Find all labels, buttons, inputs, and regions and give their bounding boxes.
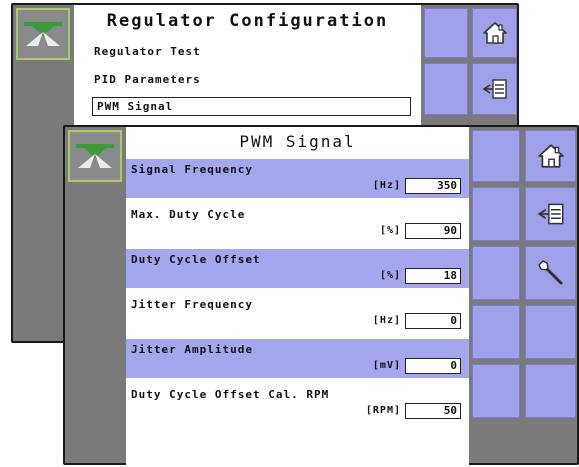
spreader-logo-button[interactable] [16, 8, 70, 60]
setting-label: Jitter Frequency [131, 298, 253, 311]
setting-row-max-duty-cycle[interactable]: Max. Duty Cycle [%] 90 [126, 204, 469, 243]
front-screen-content: PWM Signal Signal Frequency [Hz] 350 Max… [126, 127, 469, 467]
setting-label: Max. Duty Cycle [131, 208, 246, 221]
blank-tile [472, 187, 520, 241]
page-title: PWM Signal [239, 132, 356, 151]
spreader-logo-button[interactable] [68, 130, 122, 182]
setting-label: Signal Frequency [131, 163, 253, 176]
blank-tile [424, 8, 468, 58]
setting-row-duty-cycle-offset-cal-rpm[interactable]: Duty Cycle Offset Cal. RPM [RPM] 50 [126, 384, 469, 423]
blank-tile [472, 364, 520, 418]
setting-value-field[interactable]: 50 [405, 403, 461, 419]
tools-button[interactable] [525, 246, 576, 300]
setting-value-field[interactable]: 0 [405, 358, 461, 374]
spreader-logo-icon [24, 22, 62, 46]
setting-row-duty-cycle-offset[interactable]: Duty Cycle Offset [%] 18 [126, 249, 469, 288]
setting-unit: [Hz] [372, 315, 401, 326]
blank-tile [472, 305, 520, 359]
blank-tile [424, 63, 468, 115]
blank-tile [525, 305, 576, 359]
setting-unit: [mV] [372, 360, 401, 371]
setting-unit: [RPM] [365, 405, 401, 416]
menu-item-pwm-signal[interactable]: PWM Signal [92, 97, 411, 116]
back-button[interactable] [525, 187, 576, 241]
setting-label: Duty Cycle Offset [131, 253, 261, 266]
home-button[interactable] [472, 8, 517, 58]
setting-value-field[interactable]: 90 [405, 223, 461, 239]
setting-value-field[interactable]: 18 [405, 268, 461, 284]
home-icon [537, 144, 564, 168]
setting-row-jitter-frequency[interactable]: Jitter Frequency [Hz] 0 [126, 294, 469, 333]
pwm-signal-screen: PWM Signal Signal Frequency [Hz] 350 Max… [63, 125, 579, 467]
page-title: Regulator Configuration [106, 11, 389, 31]
back-button[interactable] [472, 63, 517, 115]
spreader-logo-icon [76, 144, 114, 168]
home-icon [482, 22, 507, 44]
setting-value-field[interactable]: 0 [405, 313, 461, 329]
setting-label: Jitter Amplitude [131, 343, 253, 356]
menu-item-pid-parameters[interactable]: PID Parameters [94, 73, 201, 86]
setting-row-jitter-amplitude[interactable]: Jitter Amplitude [mV] 0 [126, 339, 469, 378]
blank-tile [525, 364, 576, 418]
back-icon [537, 203, 563, 225]
blank-tile [472, 130, 520, 182]
blank-tile [472, 246, 520, 300]
home-button[interactable] [525, 130, 576, 182]
wrench-icon [537, 260, 562, 285]
setting-unit: [Hz] [372, 180, 401, 191]
setting-label: Duty Cycle Offset Cal. RPM [131, 388, 330, 401]
back-icon [482, 79, 507, 99]
setting-unit: [%] [379, 270, 401, 281]
setting-row-signal-frequency[interactable]: Signal Frequency [Hz] 350 [126, 159, 469, 198]
setting-unit: [%] [379, 225, 401, 236]
menu-item-regulator-test[interactable]: Regulator Test [94, 45, 201, 58]
setting-value-field[interactable]: 350 [405, 178, 461, 194]
